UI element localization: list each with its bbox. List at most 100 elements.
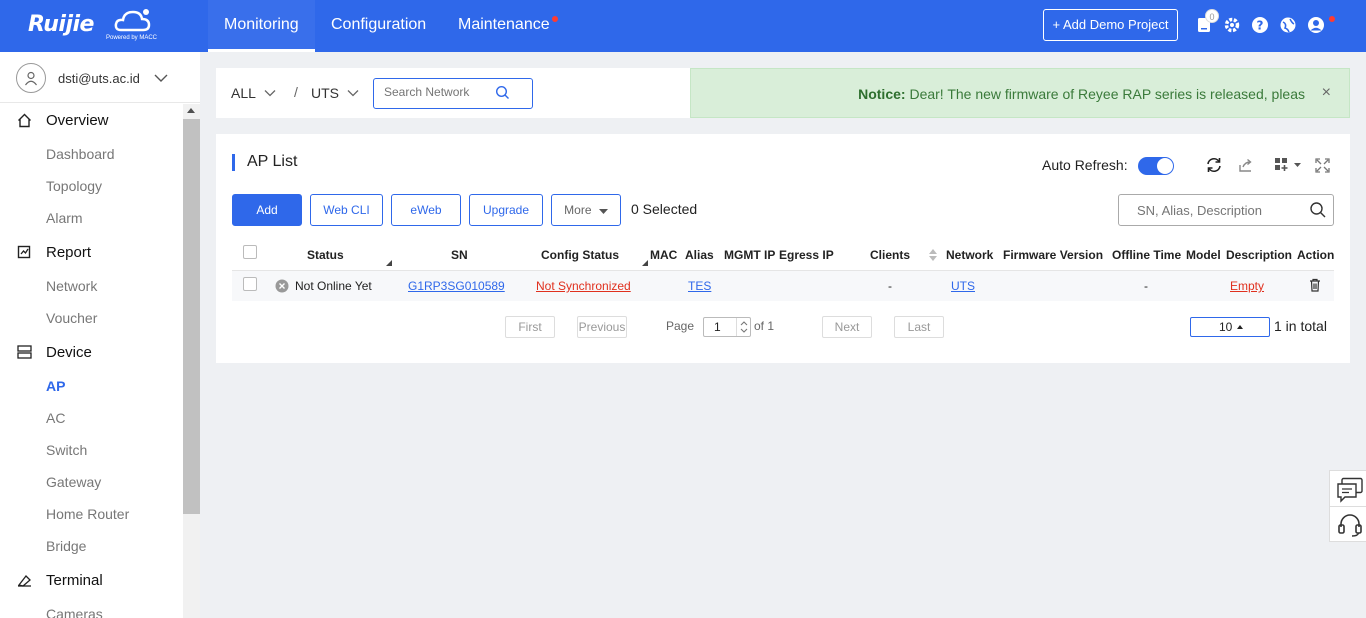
powered-by-label: Powered by MACC <box>106 35 158 41</box>
cell-network-link[interactable]: UTS <box>951 279 975 293</box>
notice-label: Notice: <box>858 86 906 102</box>
gear-icon[interactable] <box>1221 14 1243 36</box>
column-description[interactable]: Description <box>1226 248 1292 262</box>
page-stepper[interactable] <box>736 318 750 336</box>
search-icon[interactable] <box>1309 201 1327 219</box>
sidebar-item-ac[interactable]: AC <box>46 410 65 426</box>
columns-settings-icon[interactable] <box>1272 155 1306 175</box>
cell-status: Not Online Yet <box>295 279 372 293</box>
page-number-value: 1 <box>714 320 721 334</box>
terminal-icon <box>16 572 32 588</box>
column-resize-handle[interactable] <box>642 260 648 266</box>
globe-icon[interactable] <box>1277 14 1299 36</box>
sidebar-item-ap[interactable]: AP <box>46 378 65 394</box>
search-sn-field[interactable] <box>1118 194 1334 226</box>
cell-offline-time: - <box>1144 279 1148 293</box>
nav-configuration[interactable]: Configuration <box>315 0 442 52</box>
ruijie-logo[interactable]: Ruijie Powered by MACC <box>28 6 158 46</box>
sidebar-item-voucher[interactable]: Voucher <box>46 310 97 326</box>
page-number-input[interactable]: 1 <box>703 317 751 337</box>
sidebar-scrollbar-thumb[interactable] <box>183 119 200 514</box>
sidebar-divider <box>0 102 200 103</box>
column-offline-time[interactable]: Offline Time <box>1112 248 1181 262</box>
upgrade-button[interactable]: Upgrade <box>469 194 543 226</box>
group-selector[interactable]: ALL <box>231 85 276 101</box>
page-size-select[interactable]: 10 <box>1190 317 1270 337</box>
eweb-button[interactable]: eWeb <box>391 194 461 226</box>
sidebar-item-dashboard[interactable]: Dashboard <box>46 146 115 162</box>
sidebar-item-topology[interactable]: Topology <box>46 178 102 194</box>
auto-refresh-toggle[interactable] <box>1138 157 1174 175</box>
sidebar-section-report[interactable]: Report <box>16 240 91 264</box>
column-mgmt-ip[interactable]: MGMT IP <box>724 248 775 262</box>
network-filter-bar: ALL / UTS <box>216 68 690 118</box>
search-network-input[interactable] <box>384 85 494 99</box>
sidebar-item-bridge[interactable]: Bridge <box>46 538 86 554</box>
column-action[interactable]: Action <box>1297 248 1334 262</box>
user-icon[interactable] <box>1305 14 1327 36</box>
notice-message: Notice: Dear! The new firmware of Reyee … <box>858 86 1305 102</box>
nav-configuration-label: Configuration <box>331 16 427 33</box>
cell-config-status-link[interactable]: Not Synchronized <box>536 279 631 293</box>
more-dropdown-button[interactable]: More <box>551 194 621 226</box>
column-network[interactable]: Network <box>946 248 993 262</box>
sort-desc-icon[interactable] <box>929 256 937 261</box>
web-cli-button[interactable]: Web CLI <box>310 194 383 226</box>
sidebar-item-alarm[interactable]: Alarm <box>46 210 83 226</box>
cell-alias-link[interactable]: TES <box>688 279 711 293</box>
sidebar-scrollbar[interactable] <box>183 104 200 618</box>
trash-icon[interactable] <box>1309 278 1321 292</box>
sidebar-section-label: Device <box>46 343 92 361</box>
search-icon[interactable] <box>495 85 510 100</box>
column-mac[interactable]: MAC <box>650 248 677 262</box>
column-model[interactable]: Model <box>1186 248 1221 262</box>
sidebar-item-switch[interactable]: Switch <box>46 442 87 458</box>
sidebar-section-device[interactable]: Device <box>16 340 92 364</box>
network-selector[interactable]: UTS <box>311 85 359 101</box>
sidebar-section-overview[interactable]: Overview <box>16 108 109 132</box>
sidebar-item-network[interactable]: Network <box>46 278 97 294</box>
last-page-button[interactable]: Last <box>894 316 944 338</box>
chat-icon[interactable] <box>1336 477 1364 503</box>
column-egress-ip[interactable]: Egress IP <box>779 248 834 262</box>
search-sn-input[interactable] <box>1137 203 1297 218</box>
scroll-up-arrow-icon[interactable] <box>187 108 195 113</box>
select-all-checkbox[interactable] <box>243 245 257 259</box>
cell-description-link[interactable]: Empty <box>1230 279 1264 293</box>
column-resize-handle[interactable] <box>386 260 392 266</box>
chevron-down-icon <box>154 74 168 82</box>
headset-support-icon[interactable] <box>1337 513 1363 537</box>
column-firmware-version[interactable]: Firmware Version <box>1003 248 1103 262</box>
export-icon[interactable] <box>1236 155 1256 175</box>
cell-sn-link[interactable]: G1RP3SG010589 <box>408 279 505 293</box>
user-menu[interactable]: dsti@uts.ac.id <box>16 62 168 94</box>
sidebar-item-cameras[interactable]: Cameras <box>46 606 103 618</box>
column-sn[interactable]: SN <box>451 248 468 262</box>
column-status[interactable]: Status <box>307 248 344 262</box>
sidebar-item-home-router[interactable]: Home Router <box>46 506 129 522</box>
search-network-field[interactable] <box>373 78 533 109</box>
sidebar-item-gateway[interactable]: Gateway <box>46 474 101 490</box>
add-button[interactable]: Add <box>232 194 302 226</box>
previous-page-button[interactable]: Previous <box>577 316 627 338</box>
first-page-button[interactable]: First <box>505 316 555 338</box>
help-icon[interactable]: ? <box>1249 14 1271 36</box>
row-checkbox[interactable] <box>243 277 257 291</box>
add-demo-project-button[interactable]: + Add Demo Project <box>1043 9 1178 41</box>
close-icon[interactable]: × <box>1322 84 1331 102</box>
sort-asc-icon[interactable] <box>929 249 937 254</box>
nav-monitoring[interactable]: Monitoring <box>208 0 315 52</box>
fullscreen-icon[interactable] <box>1312 155 1332 175</box>
column-clients[interactable]: Clients <box>870 248 910 262</box>
column-alias[interactable]: Alias <box>685 248 714 262</box>
refresh-icon[interactable] <box>1204 155 1224 175</box>
column-config-status[interactable]: Config Status <box>541 248 619 262</box>
next-page-button[interactable]: Next <box>822 316 872 338</box>
nav-monitoring-label: Monitoring <box>224 16 299 33</box>
sidebar-section-terminal[interactable]: Terminal <box>16 568 103 592</box>
notification-count-badge: 0 <box>1205 9 1219 23</box>
table-row[interactable]: Not Online Yet G1RP3SG010589 Not Synchro… <box>232 271 1334 301</box>
sidebar: dsti@uts.ac.id Overview Dashboard Topolo… <box>0 52 200 618</box>
ap-list-panel: AP List Auto Refresh: Add Web CLI eWeb U… <box>216 134 1350 363</box>
nav-maintenance[interactable]: Maintenance <box>442 0 566 52</box>
